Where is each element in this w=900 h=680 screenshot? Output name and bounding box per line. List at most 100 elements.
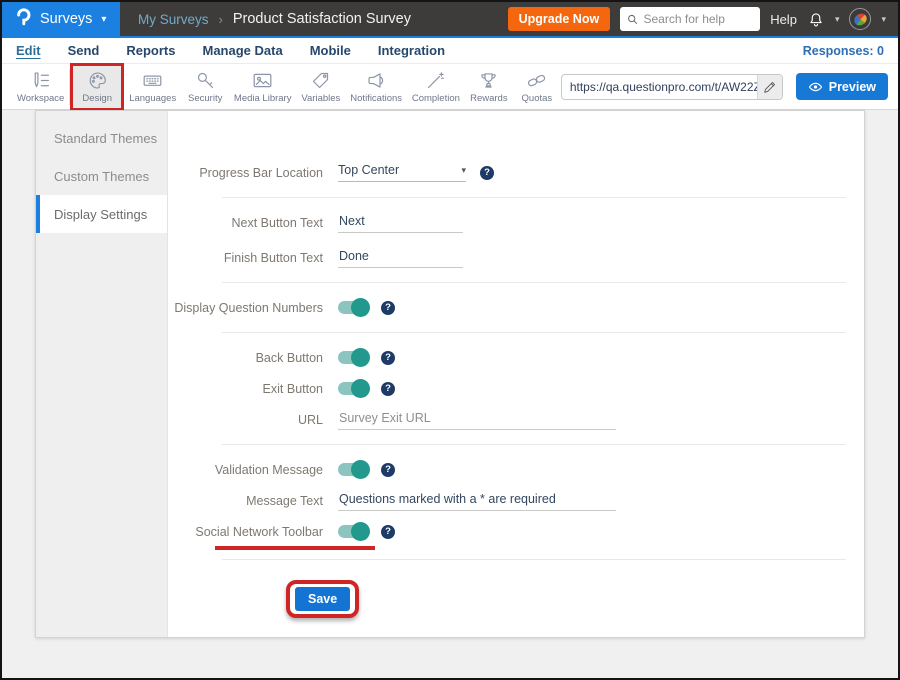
toolbar-item-variables[interactable]: Variables	[296, 65, 345, 109]
workspace-icon	[30, 70, 51, 91]
save-button[interactable]: Save	[295, 587, 350, 611]
header-right-group: Upgrade Now Help ▾ ▾	[508, 7, 898, 31]
magic-wand-icon	[425, 70, 446, 91]
social-network-toolbar-row: Social Network Toolbar ?	[168, 516, 864, 547]
sidebar-item-display-settings[interactable]: Display Settings	[36, 195, 167, 233]
chevron-down-icon: ▾	[101, 14, 106, 25]
survey-url-text[interactable]: https://qa.questionpro.com/t/AW22Zcq2J	[562, 75, 757, 99]
search-icon	[627, 13, 638, 26]
section-divider	[222, 444, 846, 445]
progress-bar-location-row: Progress Bar Location Top Center ▾ ?	[168, 157, 864, 188]
tab-send[interactable]: Send	[68, 43, 100, 58]
trophy-icon	[478, 70, 499, 91]
red-underline-annotation	[215, 546, 375, 550]
toolbar-item-quotas[interactable]: Quotas	[513, 65, 561, 109]
design-icon	[87, 70, 108, 91]
design-sidebar: Standard Themes Custom Themes Display Se…	[36, 111, 168, 637]
toolbar-item-workspace[interactable]: Workspace	[12, 65, 69, 109]
exit-button-label: Exit Button	[168, 382, 323, 396]
toolbar-item-completion[interactable]: Completion	[407, 65, 465, 109]
section-divider	[222, 197, 846, 198]
back-button-toggle[interactable]	[338, 351, 368, 364]
design-highlight-annotation: Design	[70, 63, 124, 111]
save-highlight-annotation: Save	[286, 580, 359, 618]
search-input[interactable]	[644, 12, 754, 26]
survey-url-field: https://qa.questionpro.com/t/AW22Zcq2J	[561, 74, 783, 100]
sidebar-item-standard-themes[interactable]: Standard Themes	[36, 119, 167, 157]
content-area: Standard Themes Custom Themes Display Se…	[2, 110, 898, 674]
social-network-toolbar-help-icon[interactable]: ?	[381, 525, 395, 539]
notifications-bell-icon[interactable]	[807, 10, 825, 29]
variables-icon	[310, 70, 331, 91]
questionpro-logo-icon	[15, 7, 31, 31]
display-question-numbers-help-icon[interactable]: ?	[381, 301, 395, 315]
tab-manage-data[interactable]: Manage Data	[202, 43, 282, 58]
survey-nav: Edit Send Reports Manage Data Mobile Int…	[2, 38, 898, 64]
progress-bar-help-icon[interactable]: ?	[480, 166, 494, 180]
tab-mobile[interactable]: Mobile	[310, 43, 351, 58]
chain-link-icon	[526, 70, 547, 91]
account-chevron-down-icon[interactable]: ▾	[881, 14, 886, 25]
toolbar-item-rewards[interactable]: Rewards	[465, 65, 513, 109]
exit-button-toggle[interactable]	[338, 382, 368, 395]
social-network-toolbar-toggle[interactable]	[338, 525, 368, 538]
validation-message-help-icon[interactable]: ?	[381, 463, 395, 477]
toolbar-item-languages[interactable]: Languages	[124, 65, 181, 109]
avatar[interactable]	[849, 8, 871, 30]
pencil-icon	[763, 80, 777, 94]
social-network-toolbar-label: Social Network Toolbar	[168, 525, 323, 539]
next-button-text-input[interactable]	[338, 212, 463, 233]
exit-url-row: URL	[168, 404, 864, 435]
toolbar-item-security[interactable]: Security	[181, 65, 229, 109]
validation-message-row: Validation Message ?	[168, 454, 864, 485]
validation-message-toggle[interactable]	[338, 463, 368, 476]
edit-url-button[interactable]	[757, 75, 782, 99]
edit-toolbar: Workspace Design Languages Security	[2, 64, 898, 110]
sidebar-item-custom-themes[interactable]: Custom Themes	[36, 157, 167, 195]
exit-url-label: URL	[168, 413, 323, 427]
message-text-input[interactable]	[338, 490, 616, 511]
exit-url-input[interactable]	[338, 409, 616, 430]
brand-menu-label: Surveys	[40, 11, 92, 27]
section-divider	[222, 282, 846, 283]
eye-icon	[808, 81, 823, 93]
breadcrumb: My Surveys › Product Satisfaction Survey	[138, 11, 411, 27]
display-settings-form: Progress Bar Location Top Center ▾ ? Nex…	[168, 111, 864, 637]
tab-reports[interactable]: Reports	[126, 43, 175, 58]
upgrade-now-button[interactable]: Upgrade Now	[508, 7, 611, 31]
finish-button-text-input[interactable]	[338, 247, 463, 268]
finish-button-text-label: Finish Button Text	[168, 251, 323, 265]
next-button-text-label: Next Button Text	[168, 216, 323, 230]
select-chevron-down-icon: ▾	[461, 165, 466, 176]
responses-count[interactable]: Responses: 0	[803, 44, 884, 58]
breadcrumb-separator: ›	[219, 12, 223, 27]
progress-bar-location-label: Progress Bar Location	[168, 166, 323, 180]
brand-surveys-menu[interactable]: Surveys ▾	[2, 2, 120, 36]
security-icon	[195, 70, 216, 91]
help-link[interactable]: Help	[770, 12, 797, 27]
design-settings-panel: Standard Themes Custom Themes Display Se…	[35, 110, 865, 638]
tab-integration[interactable]: Integration	[378, 43, 445, 58]
back-button-label: Back Button	[168, 351, 323, 365]
toolbar-item-design[interactable]: Design	[73, 66, 121, 108]
next-button-text-row: Next Button Text	[168, 207, 864, 238]
back-button-help-icon[interactable]: ?	[381, 351, 395, 365]
page-title: Product Satisfaction Survey	[233, 11, 411, 27]
section-divider	[222, 332, 846, 333]
exit-button-help-icon[interactable]: ?	[381, 382, 395, 396]
tab-edit[interactable]: Edit	[16, 43, 41, 58]
breadcrumb-my-surveys[interactable]: My Surveys	[138, 12, 209, 27]
exit-button-row: Exit Button ?	[168, 373, 864, 404]
top-header: Surveys ▾ My Surveys › Product Satisfact…	[2, 2, 898, 38]
app-window: Surveys ▾ My Surveys › Product Satisfact…	[0, 0, 900, 680]
display-question-numbers-toggle[interactable]	[338, 301, 368, 314]
display-question-numbers-label: Display Question Numbers	[168, 301, 323, 315]
media-library-icon	[252, 70, 273, 91]
display-question-numbers-row: Display Question Numbers ?	[168, 292, 864, 323]
preview-button[interactable]: Preview	[796, 73, 888, 100]
bell-chevron-down-icon[interactable]: ▾	[835, 14, 840, 25]
progress-bar-location-select[interactable]: Top Center ▾	[338, 163, 466, 182]
toolbar-item-media-library[interactable]: Media Library	[229, 65, 296, 109]
help-search-box[interactable]	[620, 7, 760, 31]
toolbar-item-notifications[interactable]: Notifications	[345, 65, 406, 109]
